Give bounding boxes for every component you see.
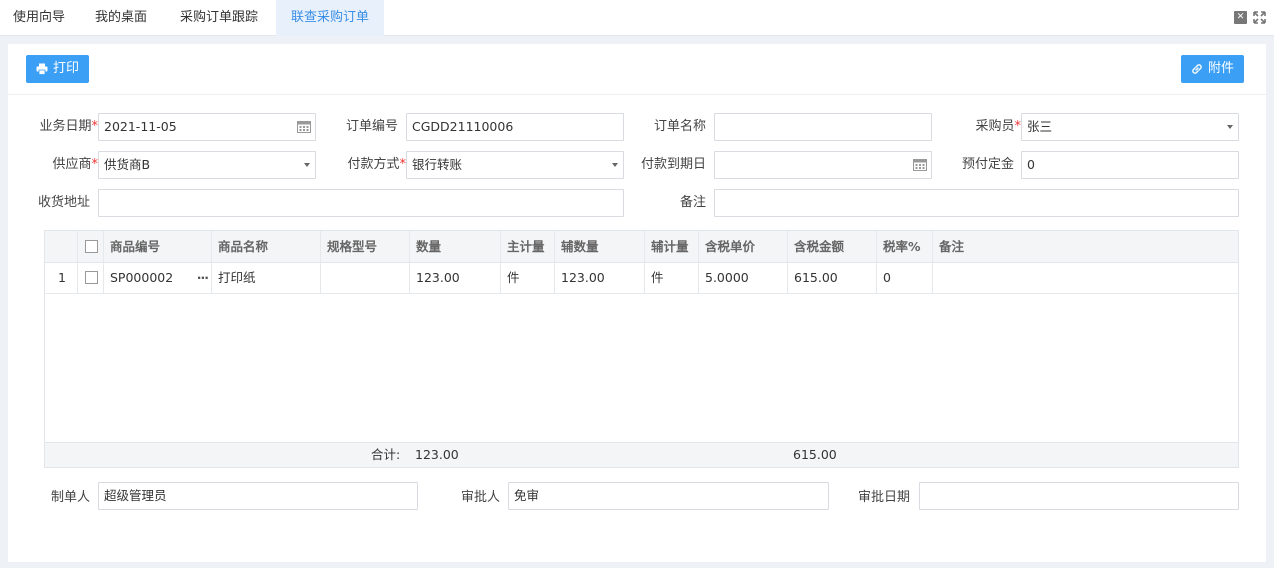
close-tabs-icon[interactable]: ✕ (1234, 11, 1247, 24)
order-name-label: 订单名称 (653, 119, 706, 134)
header-aux-unit: 辅计量 (645, 231, 699, 262)
pay-due-field[interactable] (714, 151, 932, 179)
print-button-label: 打印 (53, 61, 80, 76)
header-unit: 主计量 (501, 231, 555, 262)
order-name-field[interactable] (714, 113, 932, 141)
order-no-field[interactable]: CGDD21110006 (406, 113, 624, 141)
order-panel: 打印 附件 业务日期* 2021-11-05 订单编号 CGDD21110006… (8, 44, 1266, 562)
footer-total-amount: 615.00 (793, 447, 837, 462)
print-button[interactable]: 打印 (26, 55, 90, 83)
header-qty: 数量 (410, 231, 501, 262)
tab-tools: ✕ (1234, 11, 1266, 24)
row-aux-qty: 123.00 (555, 263, 645, 293)
approver-label: 审批人 (460, 490, 500, 505)
attachment-button-label: 附件 (1208, 61, 1235, 76)
row-amount: 615.00 (788, 263, 877, 293)
deposit-field[interactable]: 0 (1021, 151, 1239, 179)
select-all-checkbox[interactable] (85, 240, 98, 253)
buyer-label: 采购员* (975, 119, 1021, 134)
approve-date-field[interactable] (919, 482, 1239, 510)
tab-po-tracking[interactable]: 采购订单跟踪 (164, 0, 274, 36)
maker-field[interactable]: 超级管理员 (98, 482, 418, 510)
row-checkbox[interactable] (85, 271, 98, 284)
pay-method-select[interactable]: 银行转账 (406, 151, 624, 179)
row-price: 5.0000 (699, 263, 788, 293)
header-note: 备注 (939, 239, 965, 254)
approver-field[interactable]: 免审 (508, 482, 829, 510)
supplier-select[interactable]: 供货商B (98, 151, 316, 179)
chevron-down-icon (612, 163, 618, 167)
address-label: 收货地址 (37, 195, 90, 210)
row-select-cell (78, 263, 104, 293)
tab-desktop[interactable]: 我的桌面 (80, 0, 162, 36)
footer-total-label: 合计: (371, 447, 401, 462)
header-select-all (78, 231, 104, 262)
chevron-down-icon (304, 163, 310, 167)
address-field[interactable] (98, 189, 624, 217)
maker-label: 制单人 (50, 490, 90, 505)
pay-method-label: 付款方式* (347, 157, 406, 172)
attachment-button[interactable]: 附件 (1181, 55, 1245, 83)
more-icon[interactable]: ··· (197, 263, 209, 293)
row-tax: 0 (877, 263, 933, 293)
row-spec (321, 263, 410, 293)
buyer-select[interactable]: 张三 (1021, 113, 1239, 141)
row-qty: 123.00 (410, 263, 501, 293)
link-icon (1192, 64, 1202, 74)
calendar-icon[interactable] (913, 158, 927, 171)
order-no-label: 订单编号 (345, 119, 398, 134)
fullscreen-icon[interactable] (1253, 11, 1266, 24)
supplier-label: 供应商* (52, 157, 98, 172)
header-index (45, 231, 78, 262)
row-unit: 件 (501, 263, 555, 293)
row-note (933, 263, 1238, 293)
remark-label: 备注 (679, 195, 706, 210)
header-price: 含税单价 (699, 231, 788, 262)
row-code[interactable]: SP000002 ··· (104, 263, 212, 293)
biz-date-label: 业务日期* (39, 119, 98, 134)
table-row[interactable]: 1 SP000002 ··· 打印纸 123.00 件 123.00 件 5.00… (45, 263, 1238, 294)
tab-guide[interactable]: 使用向导 (0, 0, 78, 36)
header-amount: 含税金额 (788, 231, 877, 262)
grid-footer: 合计: 123.00 615.00 (44, 442, 1239, 468)
remark-field[interactable] (714, 189, 1239, 217)
toolbar: 打印 附件 (8, 44, 1266, 95)
biz-date-field[interactable]: 2021-11-05 (98, 113, 316, 141)
header-code: 商品编号 (104, 231, 212, 262)
row-name: 打印纸 (212, 263, 321, 293)
order-items-grid: 商品编号 商品名称 规格型号 数量 主计量 辅数量 辅计量 含税单价 含税金额 … (44, 230, 1239, 468)
calendar-icon[interactable] (297, 120, 311, 133)
header-tax: 税率% (877, 231, 933, 262)
header-name: 商品名称 (212, 231, 321, 262)
chevron-down-icon (1227, 125, 1233, 129)
printer-icon (36, 63, 48, 75)
pay-due-label: 付款到期日 (640, 157, 706, 172)
row-aux-unit: 件 (645, 263, 699, 293)
approve-date-label: 审批日期 (857, 490, 910, 505)
deposit-label: 预付定金 (961, 157, 1014, 172)
row-index: 1 (45, 263, 78, 293)
grid-header: 商品编号 商品名称 规格型号 数量 主计量 辅数量 辅计量 含税单价 含税金额 … (45, 231, 1238, 263)
header-aux-qty: 辅数量 (555, 231, 645, 262)
tab-po-query[interactable]: 联查采购订单 (276, 0, 384, 36)
header-spec: 规格型号 (321, 231, 410, 262)
footer-total-qty: 123.00 (415, 447, 459, 462)
tab-bar: 使用向导 我的桌面 采购订单跟踪 联查采购订单 ✕ (0, 0, 1274, 36)
